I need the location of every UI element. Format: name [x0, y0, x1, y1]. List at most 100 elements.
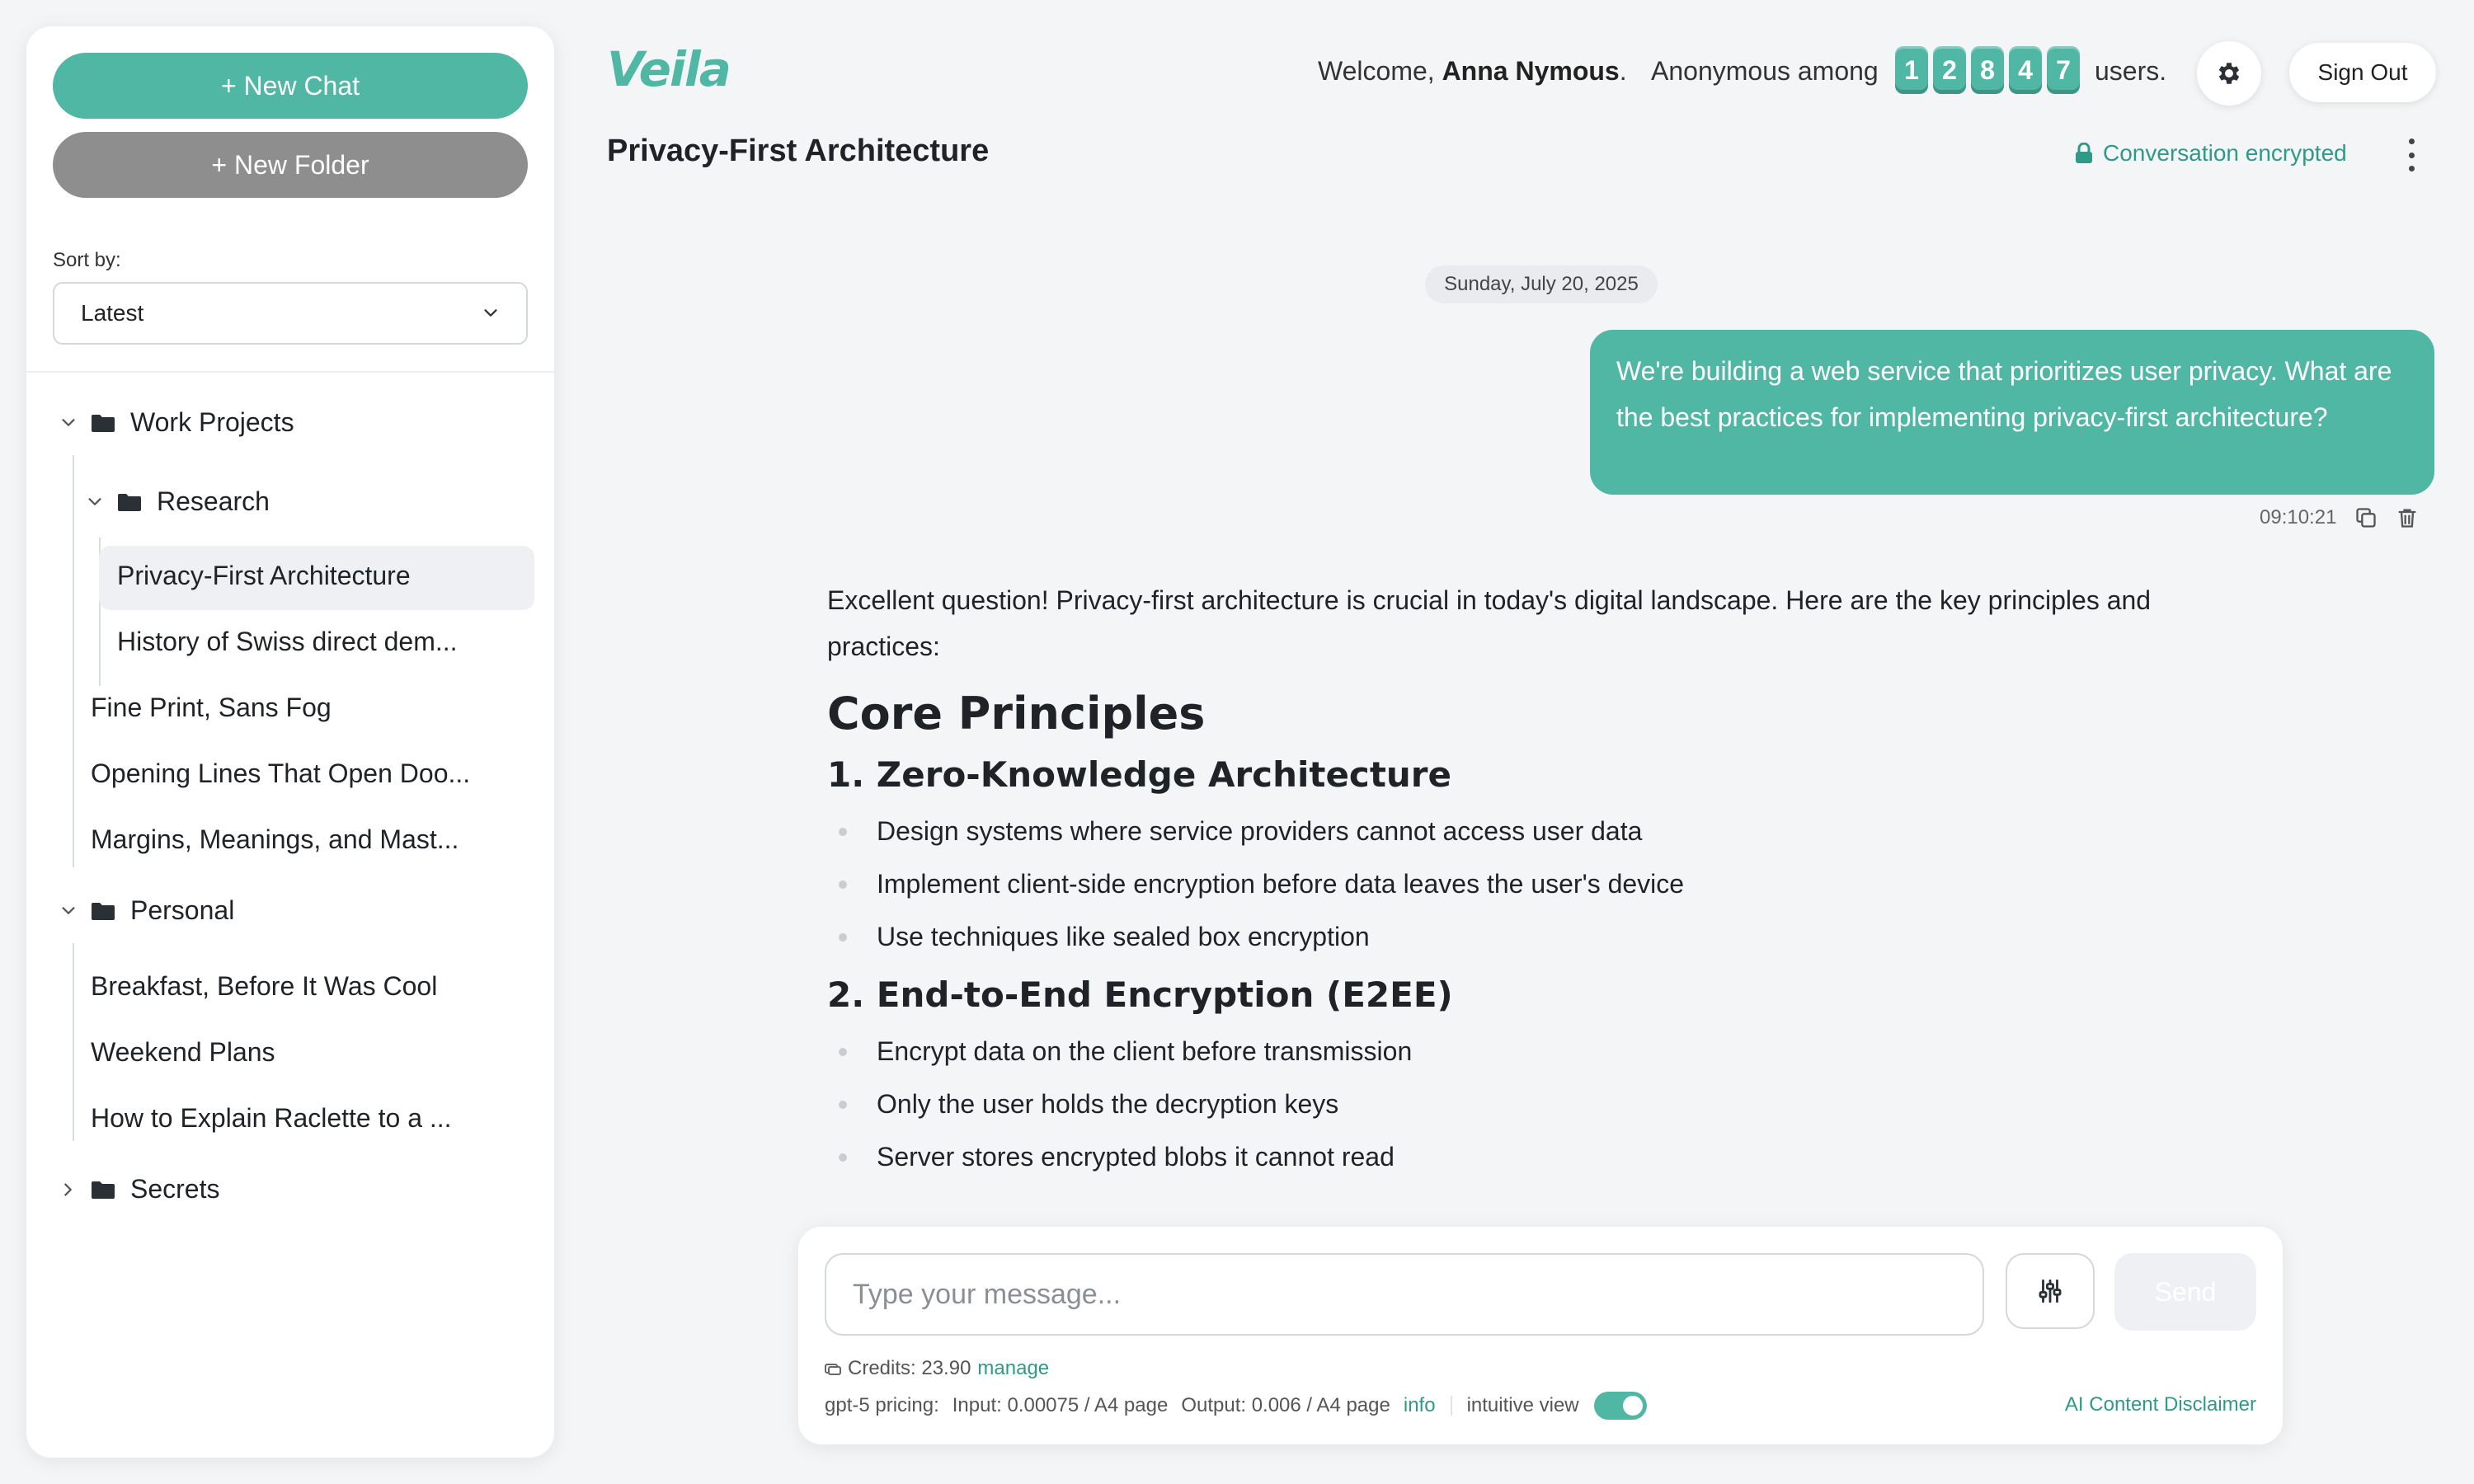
chat-item-label: Weekend Plans — [91, 1037, 275, 1067]
folder-label: Work Projects — [130, 407, 294, 437]
chat-item-label: Privacy-First Architecture — [117, 561, 411, 590]
tree-guide — [73, 943, 74, 1141]
bullet-list: Encrypt data on the client before transm… — [827, 1025, 2246, 1183]
chevron-down-icon — [484, 309, 497, 317]
sort-select[interactable]: Latest — [53, 282, 528, 345]
date-separator: Sunday, July 20, 2025 — [1425, 265, 1658, 303]
folder-icon — [92, 1181, 115, 1199]
user-count: 1 2 8 4 7 — [1895, 46, 2080, 94]
folder-personal[interactable]: Personal — [59, 895, 234, 926]
folder-label: Research — [157, 486, 270, 516]
users-suffix: users. — [2095, 56, 2167, 86]
manage-credits-link[interactable]: manage — [977, 1357, 1049, 1380]
ai-content-disclaimer-link[interactable]: AI Content Disclaimer — [2065, 1393, 2256, 1416]
trash-icon[interactable] — [2396, 506, 2419, 529]
user-count-digit: 2 — [1933, 46, 1966, 94]
sign-out-button[interactable]: Sign Out — [2289, 43, 2436, 102]
chat-item-label: Breakfast, Before It Was Cool — [91, 971, 438, 1001]
assistant-subheading: 1. Zero-Knowledge Architecture — [827, 754, 1452, 795]
list-item: Server stores encrypted blobs it cannot … — [827, 1130, 2246, 1183]
gear-icon — [2218, 63, 2240, 84]
message-meta: 09:10:21 — [2260, 506, 2419, 529]
encryption-label: Conversation encrypted — [2103, 140, 2347, 166]
list-item: Encrypt data on the client before transm… — [827, 1025, 2246, 1078]
sidebar: + New Chat + New Folder Sort by: Latest … — [26, 26, 554, 1458]
user-count-digit: 1 — [1895, 46, 1928, 94]
app-logo[interactable]: Veila — [607, 41, 731, 97]
new-chat-button[interactable]: + New Chat — [53, 53, 528, 119]
pricing-model: gpt-5 pricing: — [825, 1394, 939, 1416]
credits-icon — [825, 1364, 841, 1375]
user-count-digit: 8 — [1971, 46, 2004, 94]
chat-item-opening-lines[interactable]: Opening Lines That Open Doo... — [91, 758, 470, 789]
chat-item-privacy-first-architecture[interactable]: Privacy-First Architecture — [117, 561, 411, 591]
message-composer: Send Credits: 23.90 manage gpt-5 pricing… — [798, 1227, 2283, 1444]
chat-item-weekend-plans[interactable]: Weekend Plans — [91, 1037, 275, 1068]
chevron-down-icon — [88, 497, 101, 505]
bullet-list: Design systems where service providers c… — [827, 805, 2246, 963]
encryption-status: Conversation encrypted — [2075, 140, 2347, 167]
chevron-right-icon — [64, 1182, 72, 1196]
chat-item-margins[interactable]: Margins, Meanings, and Mast... — [91, 824, 459, 855]
user-count-digit: 4 — [2009, 46, 2042, 94]
folder-label: Personal — [130, 895, 235, 925]
settings-sliders-button[interactable] — [2006, 1253, 2095, 1329]
folder-label: Secrets — [130, 1174, 220, 1204]
list-item: Design systems where service providers c… — [827, 805, 2246, 857]
folder-icon — [92, 414, 115, 432]
folder-secrets[interactable]: Secrets — [59, 1174, 219, 1205]
assistant-heading: Core Principles — [827, 688, 1206, 740]
credits-info: Credits: 23.90 manage — [825, 1357, 1049, 1380]
folder-work-projects[interactable]: Work Projects — [59, 407, 294, 438]
list-item: Only the user holds the decryption keys — [827, 1078, 2246, 1130]
intuitive-view-toggle[interactable] — [1593, 1392, 1647, 1420]
message-timestamp: 09:10:21 — [2260, 506, 2337, 528]
pricing-info-link[interactable]: info — [1404, 1394, 1436, 1417]
chat-item-label: Fine Print, Sans Fog — [91, 693, 332, 722]
credits-label: Credits: 23.90 — [848, 1357, 971, 1379]
sort-label: Sort by: — [53, 249, 121, 271]
divider — [1450, 1396, 1452, 1416]
intuitive-view-label: intuitive view — [1466, 1394, 1579, 1416]
assistant-subheading: 2. End-to-End Encryption (E2EE) — [827, 974, 1453, 1015]
sort-value: Latest — [81, 300, 144, 326]
chat-item-label: How to Explain Raclette to a ... — [91, 1103, 452, 1133]
welcome-prefix: Welcome, — [1318, 56, 1435, 86]
user-name: Anna Nymous — [1442, 56, 1620, 86]
chat-item-label: History of Swiss direct dem... — [117, 627, 458, 656]
welcome-text: Welcome, Anna Nymous. — [1318, 56, 1627, 87]
user-count-digit: 7 — [2047, 46, 2080, 94]
chat-item-fine-print[interactable]: Fine Print, Sans Fog — [91, 693, 332, 723]
lock-icon — [2076, 143, 2092, 163]
chat-item-history-swiss[interactable]: History of Swiss direct dem... — [117, 627, 458, 657]
output-price: Output: 0.006 / A4 page — [1181, 1394, 1390, 1416]
chat-item-label: Margins, Meanings, and Mast... — [91, 824, 459, 854]
tree-guide — [73, 455, 74, 867]
kebab-menu-icon[interactable] — [2401, 139, 2421, 171]
message-input[interactable] — [825, 1253, 1984, 1336]
sidebar-divider — [26, 371, 554, 373]
folder-icon — [92, 902, 115, 920]
new-folder-button[interactable]: + New Folder — [53, 132, 528, 198]
assistant-intro: Excellent question! Privacy-first archit… — [827, 585, 2152, 661]
assistant-message: Excellent question! Privacy-first archit… — [827, 577, 2246, 1228]
list-item: Use techniques like sealed box encryptio… — [827, 910, 2246, 963]
folder-icon — [118, 493, 141, 511]
welcome-suffix: . — [1619, 56, 1627, 86]
folder-research[interactable]: Research — [86, 486, 270, 517]
conversation-title: Privacy-First Architecture — [607, 134, 990, 168]
chat-item-breakfast[interactable]: Breakfast, Before It Was Cool — [91, 971, 437, 1002]
chevron-down-icon — [62, 418, 75, 426]
copy-icon[interactable] — [2354, 506, 2378, 529]
chevron-down-icon — [62, 906, 75, 914]
send-button[interactable]: Send — [2114, 1253, 2256, 1331]
input-price: Input: 0.00075 / A4 page — [952, 1394, 1169, 1416]
chat-item-label: Opening Lines That Open Doo... — [91, 758, 471, 788]
user-message: We're building a web service that priori… — [1590, 330, 2434, 495]
list-item: Implement client-side encryption before … — [827, 857, 2246, 910]
anonymous-among-label: Anonymous among — [1651, 56, 1879, 86]
pricing-info: gpt-5 pricing: Input: 0.00075 / A4 page … — [825, 1392, 1647, 1420]
settings-button[interactable] — [2197, 41, 2261, 106]
sliders-icon — [2039, 1279, 2062, 1303]
chat-item-raclette[interactable]: How to Explain Raclette to a ... — [91, 1103, 452, 1134]
